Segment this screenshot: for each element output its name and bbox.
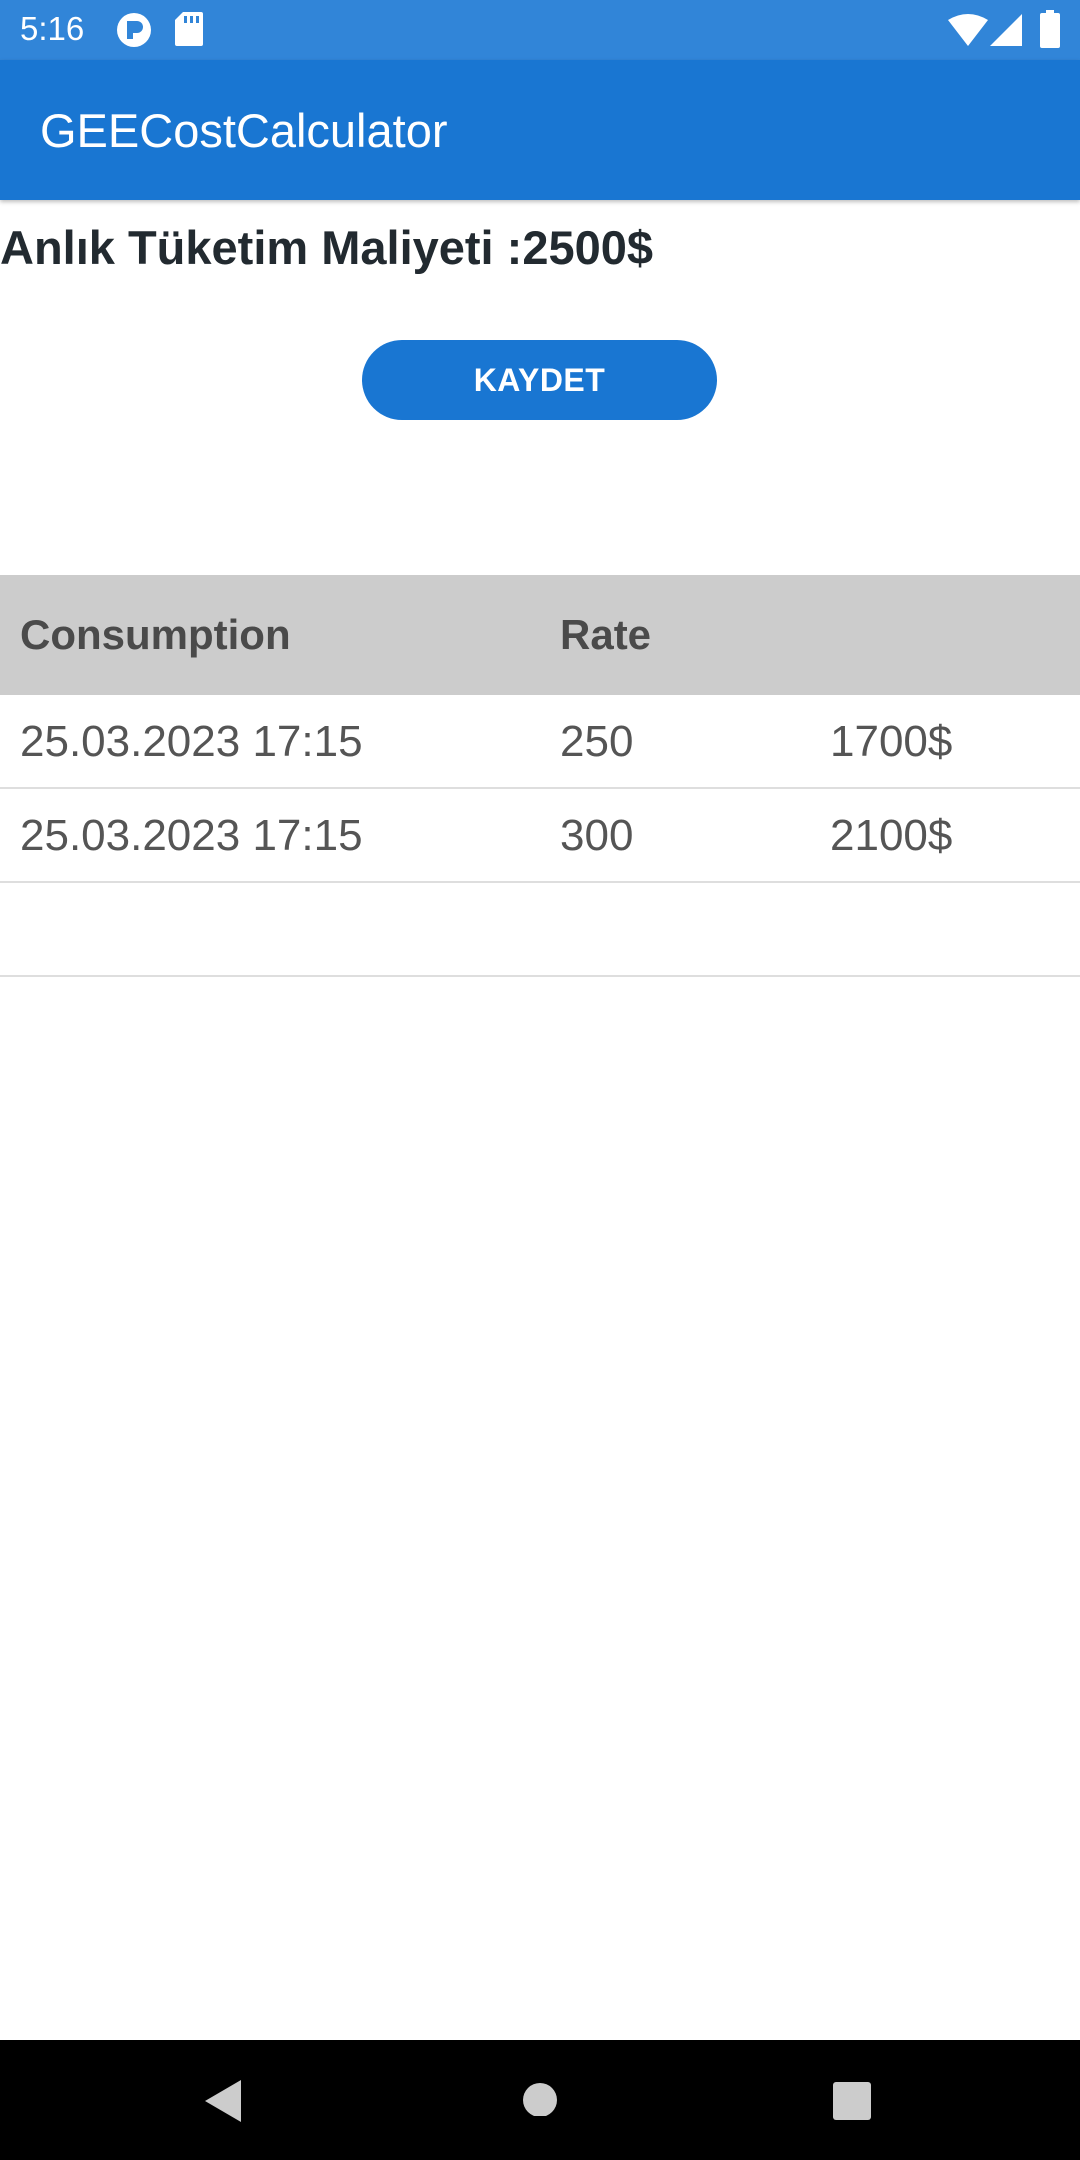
row-rate: 250 — [560, 717, 634, 766]
home-icon[interactable] — [522, 2080, 558, 2121]
header-consumption: Consumption — [20, 611, 291, 658]
status-bar: 5:16 — [0, 0, 1080, 60]
pocket-app-icon — [116, 12, 152, 53]
navigation-bar — [0, 2040, 1080, 2160]
row-cost: 1700$ — [830, 717, 953, 766]
sd-card-icon — [175, 12, 203, 51]
row-date: 25.03.2023 17:15 — [20, 717, 363, 766]
row-cost: 2100$ — [830, 811, 953, 860]
app-bar: GEECostCalculator — [0, 60, 1080, 200]
battery-icon — [1040, 10, 1060, 53]
row-rate: 300 — [560, 811, 634, 860]
table-row[interactable]: 25.03.2023 17:15 250 1700$ — [0, 695, 1080, 789]
row-date: 25.03.2023 17:15 — [20, 811, 363, 860]
back-icon[interactable] — [205, 2080, 245, 2127]
save-button[interactable]: KAYDET — [362, 340, 717, 420]
table-header: Consumption Rate — [0, 575, 1080, 695]
wifi-icon — [948, 14, 988, 51]
header-rate: Rate — [560, 611, 652, 658]
recents-icon[interactable] — [833, 2082, 871, 2125]
app-title: GEECostCalculator — [40, 104, 448, 157]
table-row-empty — [0, 883, 1080, 977]
table-row[interactable]: 25.03.2023 17:15 300 2100$ — [0, 789, 1080, 883]
consumption-table: Consumption Rate 25.03.2023 17:15 250 17… — [0, 575, 1080, 977]
cell-signal-icon — [990, 14, 1022, 51]
current-cost-label: Anlık Tüketim Maliyeti :2500$ — [0, 221, 654, 274]
status-time: 5:16 — [20, 10, 85, 47]
